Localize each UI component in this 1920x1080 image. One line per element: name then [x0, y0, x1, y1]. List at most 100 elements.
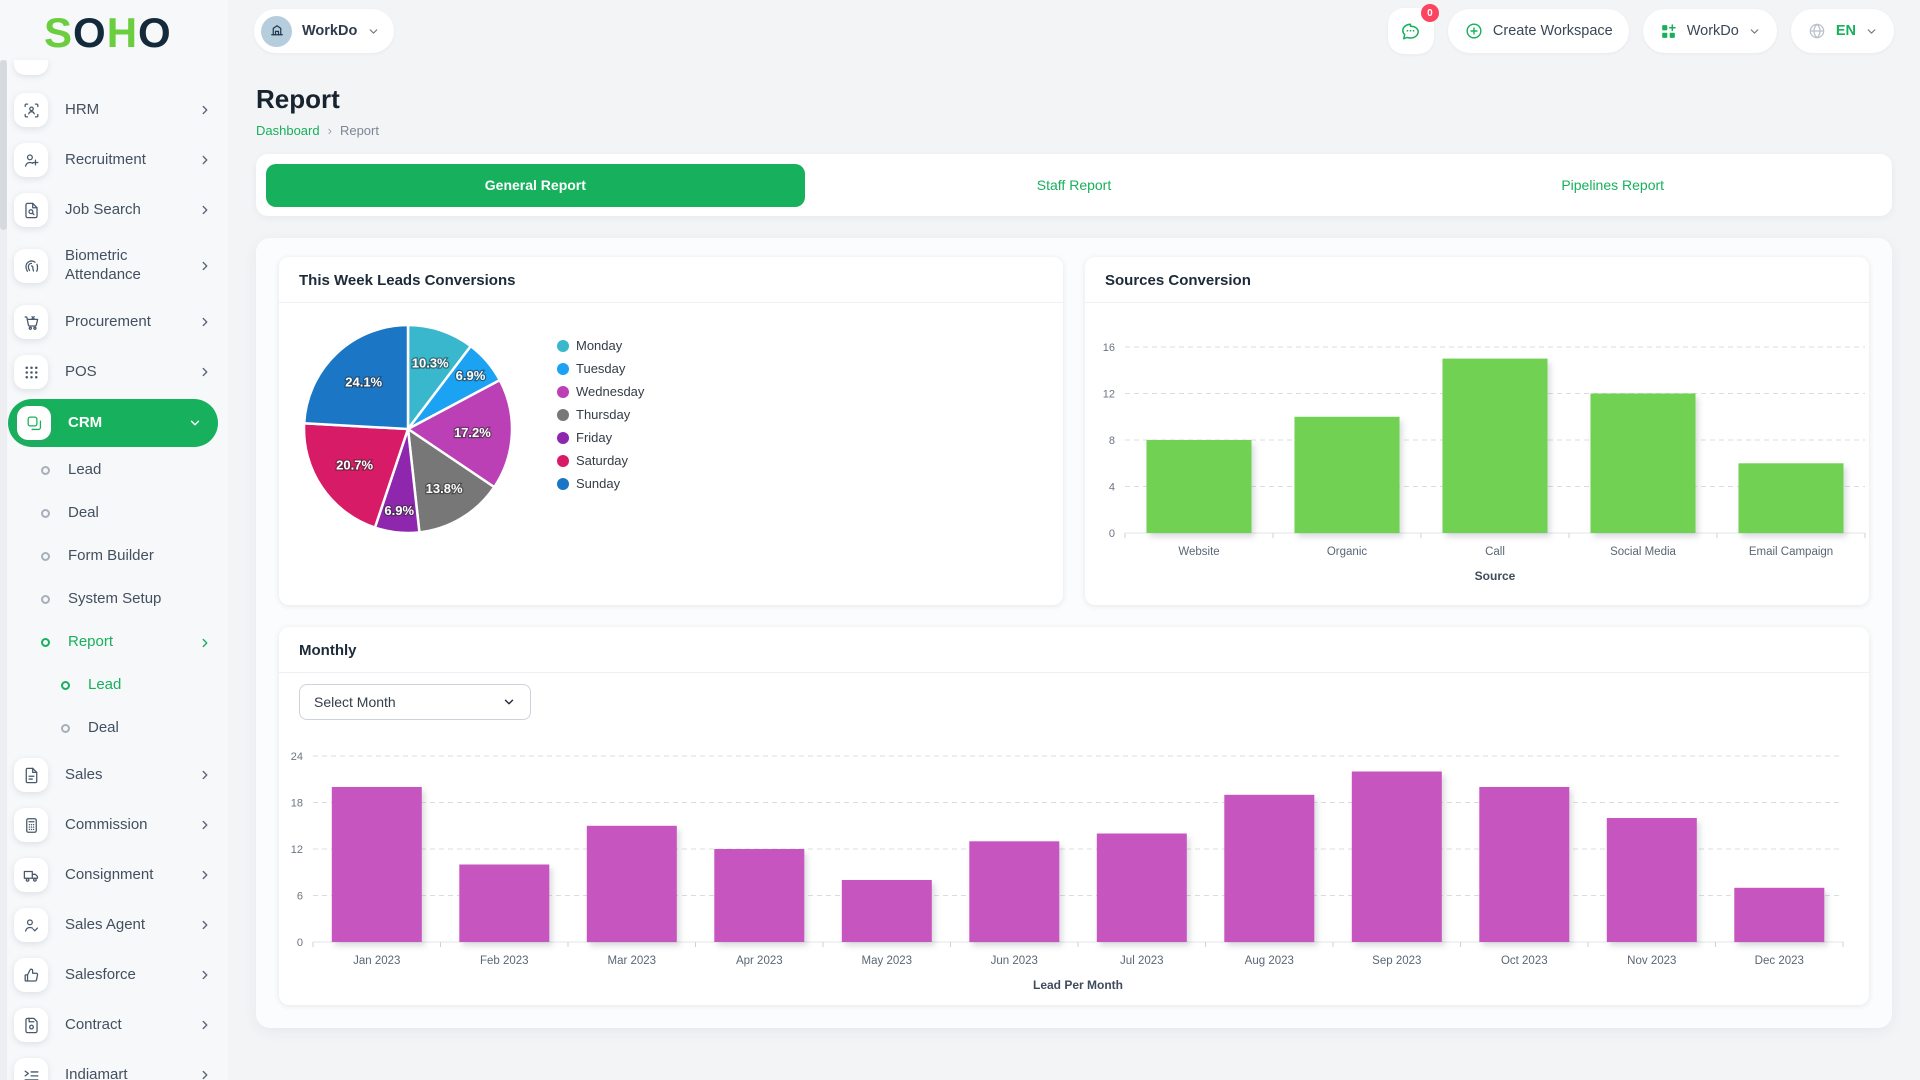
sidebar-item-system-setup-l1[interactable]: System Setup [0, 578, 228, 621]
sidebar-item-report-l1[interactable]: Report [0, 621, 228, 664]
sidebar-item-form-builder-l1[interactable]: Form Builder [0, 535, 228, 578]
legend-item-friday[interactable]: Friday [557, 430, 644, 445]
y-tick-label: 12 [1103, 389, 1115, 401]
month-select[interactable]: Select Month [299, 684, 531, 720]
breadcrumb-dashboard-link[interactable]: Dashboard [256, 123, 320, 138]
pie-slice-value: 17.2% [454, 425, 491, 440]
legend-dot [557, 409, 569, 421]
pie-slice-value: 6.9% [456, 368, 486, 383]
crm-icon [17, 406, 51, 440]
chevron-down-icon [502, 695, 516, 709]
partial-menu-item[interactable] [14, 60, 48, 75]
bullet-icon [61, 681, 70, 690]
sidebar-item-crm-l0[interactable]: CRM [8, 399, 218, 447]
chevron-right-icon [198, 868, 212, 882]
sources-chart-svg: 0481216WebsiteOrganicCallSocial MediaEma… [1085, 303, 1869, 601]
x-tick-label: Jun 2023 [991, 955, 1038, 967]
chevron-right-icon [198, 103, 212, 117]
card-title: Sources Conversion [1085, 257, 1869, 303]
legend-dot [557, 386, 569, 398]
workspace-switcher[interactable]: WorkDo [254, 9, 394, 53]
legend-dot [557, 340, 569, 352]
procurement-icon [14, 305, 48, 339]
workspace-name: WorkDo [302, 23, 357, 39]
language-code: EN [1836, 23, 1856, 39]
month-select-value: Select Month [314, 694, 396, 710]
x-tick-label: Aug 2023 [1245, 955, 1294, 967]
sidebar-item-lead-l1[interactable]: Lead [0, 449, 228, 492]
sidebar-item-consignment-l0[interactable]: Consignment [0, 850, 228, 900]
sidebar-item-label: CRM [68, 414, 174, 433]
tab-pipelines-report[interactable]: Pipelines Report [1343, 164, 1882, 207]
chevron-right-icon [198, 636, 212, 650]
monthly-card: Monthly Select Month 06121824Jan 2023Feb… [279, 627, 1869, 1005]
sidebar-item-deal-l1[interactable]: Deal [0, 492, 228, 535]
messages-button[interactable]: 0 [1388, 8, 1434, 54]
sidebar-item-recruitment-l0[interactable]: Recruitment [0, 135, 228, 185]
logo-letter: O [73, 9, 107, 56]
sidebar-item-label: Deal [68, 504, 164, 523]
bar-aug-2023 [1224, 795, 1314, 942]
breadcrumb-separator-icon: › [328, 123, 332, 138]
legend-item-monday[interactable]: Monday [557, 338, 644, 353]
soho-logo[interactable]: SOHO [0, 0, 228, 58]
sidebar-item-label: Contract [65, 1016, 171, 1035]
create-workspace-button[interactable]: Create Workspace [1448, 9, 1629, 53]
bullet-icon [41, 595, 50, 604]
x-tick-label: Feb 2023 [480, 955, 529, 967]
workdo-menu-button[interactable]: WorkDo [1643, 9, 1777, 53]
sidebar-item-commission-l0[interactable]: Commission [0, 800, 228, 850]
sidebar-item-label: Report [68, 633, 164, 652]
sidebar-item-procurement-l0[interactable]: Procurement [0, 297, 228, 347]
consignment-icon [14, 858, 48, 892]
legend-item-sunday[interactable]: Sunday [557, 476, 644, 491]
sidebar-item-biometric-attendance-l0[interactable]: Biometric Attendance [0, 235, 228, 297]
report-tabs: General ReportStaff ReportPipelines Repo… [256, 154, 1892, 216]
language-selector[interactable]: EN [1791, 9, 1894, 53]
sidebar-item-job-search-l0[interactable]: Job Search [0, 185, 228, 235]
legend-label: Saturday [576, 453, 628, 468]
sidebar-item-lead-l2[interactable]: Lead [0, 664, 228, 707]
workdo-menu-label: WorkDo [1687, 23, 1739, 39]
tab-general-report[interactable]: General Report [266, 164, 805, 207]
tab-staff-report[interactable]: Staff Report [805, 164, 1344, 207]
sidebar-item-hrm-l0[interactable]: HRM [0, 85, 228, 135]
bar-oct-2023 [1479, 787, 1569, 942]
breadcrumb: Dashboard › Report [256, 123, 1892, 138]
chevron-right-icon [198, 153, 212, 167]
chevron-right-icon [198, 768, 212, 782]
sidebar-item-salesforce-l0[interactable]: Salesforce [0, 950, 228, 1000]
sidebar-item-label: Commission [65, 816, 171, 835]
y-tick-label: 18 [291, 798, 303, 810]
legend-item-saturday[interactable]: Saturday [557, 453, 644, 468]
bullet-icon [41, 466, 50, 475]
sources-conversion-card: Sources Conversion 0481216WebsiteOrganic… [1085, 257, 1869, 605]
bar-may-2023 [842, 880, 932, 942]
legend-dot [557, 363, 569, 375]
chat-icon [1399, 20, 1422, 43]
legend-item-thursday[interactable]: Thursday [557, 407, 644, 422]
sidebar-item-deal-l2[interactable]: Deal [0, 707, 228, 750]
sidebar-item-indiamart-l0[interactable]: Indiamart [0, 1050, 228, 1080]
globe-icon [1807, 21, 1827, 41]
sidebar-item-contract-l0[interactable]: Contract [0, 1000, 228, 1050]
bar-apr-2023 [714, 849, 804, 942]
x-tick-label: Nov 2023 [1627, 955, 1676, 967]
legend-dot [557, 432, 569, 444]
legend-label: Monday [576, 338, 622, 353]
page-title: Report [256, 84, 1892, 115]
y-tick-label: 8 [1109, 435, 1115, 447]
sidebar-item-sales-l0[interactable]: Sales [0, 750, 228, 800]
legend-item-wednesday[interactable]: Wednesday [557, 384, 644, 399]
sidebar-item-pos-l0[interactable]: POS [0, 347, 228, 397]
sales-icon [14, 758, 48, 792]
x-axis-title: Source [1475, 569, 1516, 583]
sidebar-item-sales-agent-l0[interactable]: Sales Agent [0, 900, 228, 950]
x-tick-label: Dec 2023 [1755, 955, 1804, 967]
sidebar-item-label: Indiamart [65, 1066, 171, 1080]
chevron-right-icon [198, 203, 212, 217]
workspace-avatar-icon [261, 16, 292, 47]
legend-item-tuesday[interactable]: Tuesday [557, 361, 644, 376]
y-tick-label: 0 [297, 937, 303, 949]
monthly-bar-chart: 06121824Jan 2023Feb 2023Mar 2023Apr 2023… [279, 673, 1869, 1005]
